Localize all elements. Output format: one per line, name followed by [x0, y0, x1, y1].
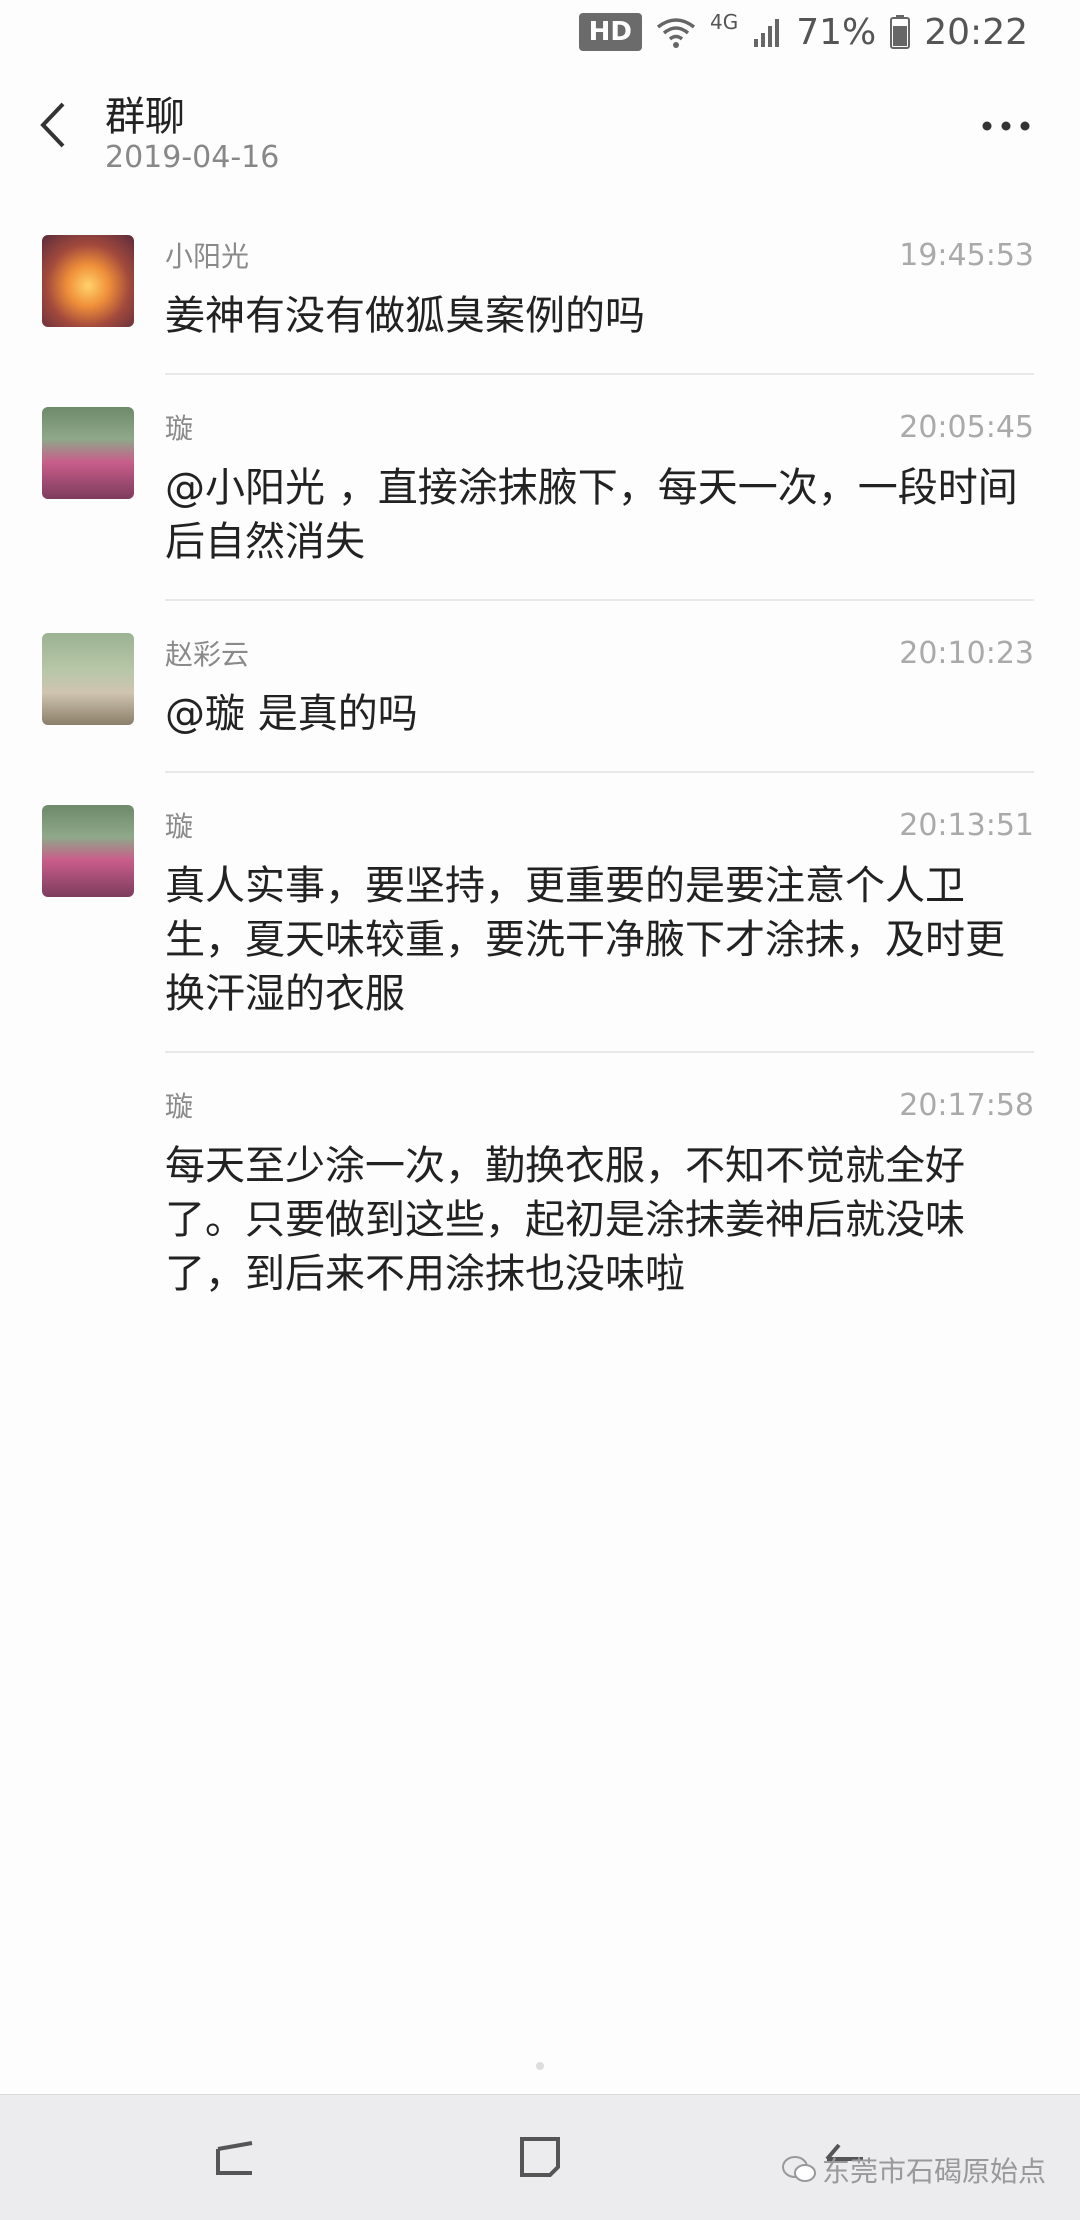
home-button[interactable] — [505, 2125, 575, 2189]
chat-screen: HD 4G 71% 20:22 群聊 2019-04-16 小阳光 19:45:… — [0, 0, 1080, 2220]
person-avatar[interactable] — [42, 407, 134, 499]
sender-name: 赵彩云 — [165, 638, 250, 671]
header: 群聊 2019-04-16 — [0, 70, 1080, 190]
message-time: 20:05:45 — [899, 409, 1034, 445]
message-item[interactable]: 小阳光 19:45:53 姜神有没有做狐臭案例的吗 — [0, 225, 1080, 375]
message-time: 20:10:23 — [899, 635, 1034, 671]
message-item[interactable]: 璇 20:05:45 @小阳光 ，直接涂抹腋下，每天一次，一段时间后自然消失 — [0, 397, 1080, 601]
navigation-bar: 东莞市石碣原始点 — [0, 2094, 1080, 2220]
battery-percent: 71% — [796, 11, 877, 53]
clock: 20:22 — [924, 11, 1028, 53]
back-arrow-icon — [40, 102, 65, 148]
message-text: @小阳光 ，直接涂抹腋下，每天一次，一段时间后自然消失 — [165, 465, 1018, 565]
sender-name: 璇 — [165, 412, 194, 445]
message-text: 每天至少涂一次，勤换衣服，不知不觉就全好了。只要做到这些，起初是涂抹姜神后就没味… — [165, 1143, 965, 1297]
status-bar: HD 4G 71% 20:22 — [0, 0, 1080, 64]
watermark-text: 东莞市石碣原始点 — [821, 2155, 1046, 2188]
message-list: 小阳光 19:45:53 姜神有没有做狐臭案例的吗 璇 20:05:45 @小阳… — [0, 225, 1080, 1331]
message-time: 19:45:53 — [899, 237, 1034, 273]
chat-date: 2019-04-16 — [105, 140, 280, 175]
hd-badge: HD — [578, 13, 642, 51]
more-dots-icon — [982, 121, 1030, 131]
battery-icon — [890, 15, 911, 49]
sunset-avatar[interactable] — [42, 235, 134, 327]
signal-icon — [752, 17, 782, 47]
divider — [165, 1051, 1034, 1053]
sender-name: 璇 — [165, 810, 194, 843]
message-item[interactable]: 赵彩云 20:10:23 @璇 是真的吗 — [0, 623, 1080, 773]
message-item[interactable]: 璇 20:17:58 每天至少涂一次，勤换衣服，不知不觉就全好了。只要做到这些，… — [0, 1075, 1080, 1331]
wifi-icon — [656, 15, 696, 49]
more-button[interactable] — [974, 106, 1038, 146]
page-title: 群聊 — [105, 94, 185, 140]
recent-apps-icon — [216, 2141, 253, 2175]
message-time: 20:17:58 — [899, 1087, 1034, 1123]
message-text: 姜神有没有做狐臭案例的吗 — [165, 293, 645, 339]
divider — [165, 373, 1034, 375]
message-time: 20:13:51 — [899, 807, 1034, 843]
home-square-icon — [520, 2137, 560, 2177]
message-text: 真人实事，要坚持，更重要的是要注意个人卫生，夏天味较重，要洗干净腋下才涂抹，及时… — [165, 863, 1005, 1017]
divider — [165, 771, 1034, 773]
watermark: 东莞市石碣原始点 — [781, 2150, 1046, 2190]
message-text: @璇 是真的吗 — [165, 691, 418, 737]
recent-apps-button[interactable] — [200, 2125, 270, 2189]
person-avatar[interactable] — [42, 805, 134, 897]
network-type: 4G — [710, 10, 739, 34]
sender-name: 璇 — [165, 1090, 194, 1123]
wechat-icon — [781, 2156, 816, 2182]
message-item[interactable]: 璇 20:13:51 真人实事，要坚持，更重要的是要注意个人卫生，夏天味较重，要… — [0, 795, 1080, 1053]
divider — [165, 599, 1034, 601]
person-avatar-2[interactable] — [42, 633, 134, 725]
sender-name: 小阳光 — [165, 240, 250, 273]
back-button[interactable] — [30, 90, 74, 160]
scroll-indicator — [536, 2062, 544, 2070]
